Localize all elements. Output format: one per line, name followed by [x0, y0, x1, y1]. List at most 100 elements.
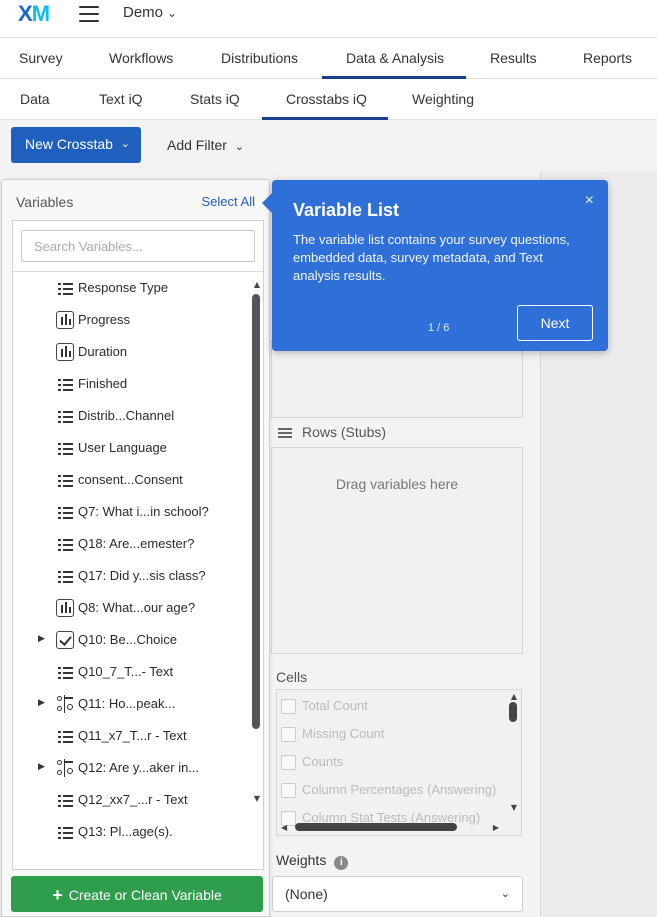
variable-item[interactable]: ▶ Q12: Are y...aker in...	[13, 752, 247, 784]
variable-label: Duration	[78, 344, 128, 359]
variable-label: Q12_xx7_...r - Text	[78, 792, 188, 807]
weights-select[interactable]: (None) ⌄	[272, 876, 523, 912]
checkbox[interactable]	[281, 699, 296, 715]
variable-item[interactable]: Q13: Pl...age(s).	[13, 816, 247, 848]
list-icon	[56, 439, 74, 457]
variable-label: Q18: Are...emester?	[78, 536, 195, 551]
tooltip-step-counter: 1 / 6	[428, 322, 450, 334]
subtab-weighting[interactable]: Weighting	[412, 91, 474, 107]
variable-item[interactable]: Q7: What i...in school?	[13, 496, 247, 528]
tab-reports[interactable]: Reports	[583, 50, 632, 66]
top-bar: XM Demo ⌄	[0, 0, 657, 38]
list-icon	[56, 823, 74, 841]
variable-item[interactable]: Distrib...Channel	[13, 400, 247, 432]
variable-item[interactable]: Progress	[13, 304, 247, 336]
tooltip-title: Variable List	[293, 200, 400, 220]
checkbox[interactable]	[281, 727, 296, 743]
list-icon	[278, 426, 292, 440]
scroll-down-icon[interactable]: ▼	[511, 803, 517, 812]
info-icon[interactable]: i	[334, 856, 349, 870]
scroll-right-icon[interactable]: ▶	[493, 823, 499, 832]
expand-caret-icon[interactable]: ▶	[38, 761, 45, 772]
variable-item[interactable]: Q12_xx7_...r - Text	[13, 784, 247, 816]
rows-section-label: Rows (Stubs)	[278, 424, 386, 440]
subtab-text-iq[interactable]: Text iQ	[99, 91, 143, 107]
variable-label: Q10: Be...Choice	[78, 632, 177, 647]
variable-item[interactable]: consent...Consent	[13, 464, 247, 496]
scroll-up-icon[interactable]: ▲	[254, 280, 260, 289]
cells-options: Total Count Missing Count Counts Column …	[276, 689, 522, 836]
hamburger-menu-icon[interactable]	[79, 6, 99, 22]
tab-survey[interactable]: Survey	[19, 50, 63, 66]
close-icon[interactable]: ×	[585, 192, 594, 210]
variable-label: Q17: Did y...sis class?	[78, 568, 206, 583]
variable-item[interactable]: Q18: Are...emester?	[13, 528, 247, 560]
tab-results[interactable]: Results	[490, 50, 537, 66]
checkbox[interactable]	[281, 755, 296, 771]
matrix-icon	[56, 759, 74, 777]
add-filter-label: Add Filter	[167, 137, 227, 153]
cells-label: Cells	[276, 669, 308, 685]
tab-workflows[interactable]: Workflows	[109, 50, 173, 66]
columns-drop-zone[interactable]	[271, 340, 523, 418]
tooltip-body: The variable list contains your survey q…	[293, 232, 570, 283]
project-selector[interactable]: Demo ⌄	[123, 4, 177, 21]
variable-item[interactable]: ▶ Q10: Be...Choice	[13, 624, 247, 656]
chevron-down-icon: ⌄	[167, 6, 178, 20]
create-button-label: Create or Clean Variable	[68, 887, 222, 903]
list-icon	[56, 567, 74, 585]
scroll-up-icon[interactable]: ▲	[511, 692, 517, 701]
tab-distributions[interactable]: Distributions	[221, 50, 298, 66]
expand-caret-icon[interactable]: ▶	[38, 633, 45, 644]
variable-label: Finished	[78, 376, 128, 391]
xm-logo[interactable]: XM	[18, 1, 50, 27]
cells-horizontal-scrollbar[interactable]	[295, 823, 457, 831]
variable-item[interactable]: Duration	[13, 336, 247, 368]
cells-option[interactable]: Column Percentages (Answering)	[281, 782, 496, 799]
variable-item[interactable]: Q11_x7_T...r - Text	[13, 720, 247, 752]
list-icon	[56, 503, 74, 521]
subtab-data[interactable]: Data	[20, 91, 50, 107]
variable-item[interactable]: Finished	[13, 368, 247, 400]
variable-item[interactable]: Response Type	[13, 272, 247, 304]
sub-nav: Data Text iQ Stats iQ Crosstabs iQ Weigh…	[0, 79, 657, 120]
rows-drop-zone[interactable]: Drag variables here	[271, 447, 523, 654]
expand-caret-icon[interactable]: ▶	[38, 697, 45, 708]
variable-item[interactable]: ▶ Q11: Ho...peak...	[13, 688, 247, 720]
chevron-down-icon: ⌄	[500, 888, 510, 900]
bar-chart-icon	[56, 311, 74, 329]
variable-label: Response Type	[78, 280, 169, 295]
subtab-stats-iq[interactable]: Stats iQ	[190, 91, 240, 107]
scroll-down-icon[interactable]: ▼	[254, 794, 260, 803]
variable-label: Q13: Pl...age(s).	[78, 824, 173, 839]
variable-item[interactable]: Q10_7_T...- Text	[13, 656, 247, 688]
select-all-link[interactable]: Select All	[202, 194, 255, 209]
new-crosstab-button[interactable]: New Crosstab ⌄	[11, 127, 141, 163]
tab-data-analysis[interactable]: Data & Analysis	[346, 50, 444, 66]
list-icon	[56, 279, 74, 297]
weights-label: Weights i	[276, 852, 349, 870]
create-or-clean-variable-button[interactable]: + Create or Clean Variable	[11, 876, 263, 912]
variables-panel: Variables Select All Response Type Progre…	[1, 179, 270, 917]
variable-item[interactable]: Q17: Did y...sis class?	[13, 560, 247, 592]
list-icon	[56, 791, 74, 809]
cells-option[interactable]: Total Count	[281, 698, 368, 715]
cells-option[interactable]: Missing Count	[281, 726, 384, 743]
list-icon	[56, 663, 74, 681]
variable-label: Distrib...Channel	[78, 408, 175, 423]
variables-scrollbar[interactable]	[252, 294, 260, 729]
search-variables-input[interactable]	[21, 230, 255, 262]
subtab-crosstabs-iq[interactable]: Crosstabs iQ	[286, 91, 367, 107]
variable-item[interactable]: Q8: What...our age?	[13, 592, 247, 624]
tooltip-arrow	[262, 193, 272, 213]
add-filter-button[interactable]: Add Filter ⌄	[167, 137, 244, 153]
variable-label: Q12: Are y...aker in...	[78, 760, 200, 775]
variable-label: Q10_7_T...- Text	[78, 664, 174, 679]
scroll-left-icon[interactable]: ◀	[281, 823, 287, 832]
cells-option[interactable]: Counts	[281, 754, 343, 771]
checkbox[interactable]	[281, 783, 296, 799]
variable-item[interactable]: User Language	[13, 432, 247, 464]
cells-vertical-scrollbar[interactable]	[509, 702, 517, 722]
next-button[interactable]: Next	[517, 305, 593, 341]
bar-chart-icon	[56, 599, 74, 617]
